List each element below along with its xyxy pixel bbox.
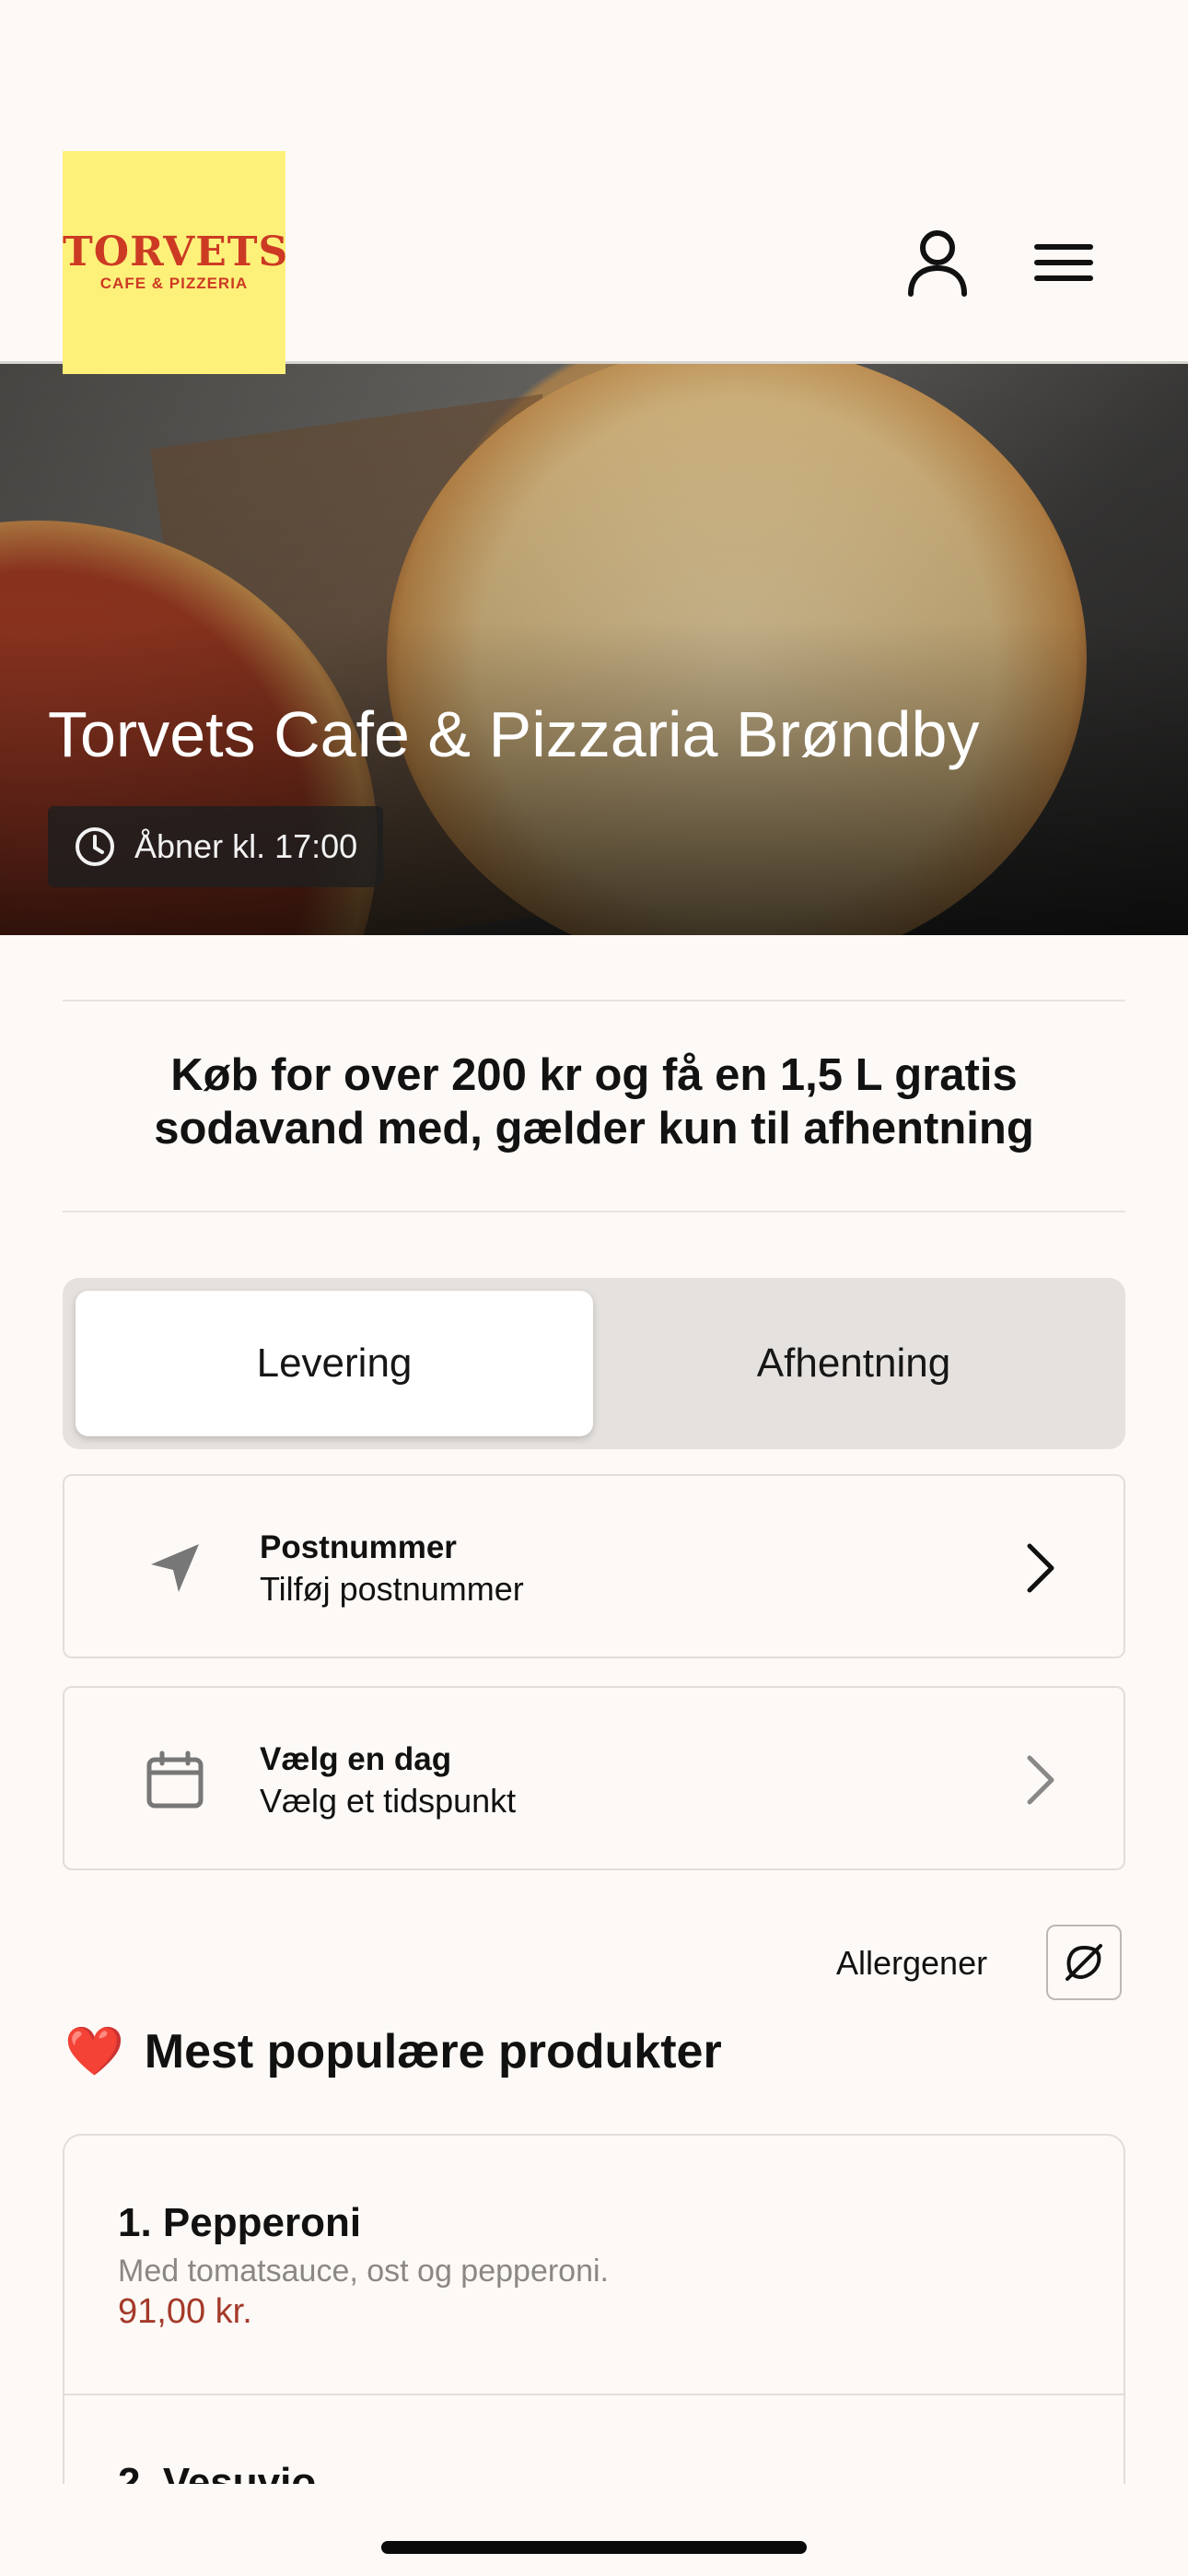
logo[interactable]: TORVETS CAFE & PIZZERIA [63,151,289,374]
postcode-selector[interactable]: Postnummer Tilføj postnummer [63,1474,1125,1658]
product-name: 2. Vesuvio [118,2460,317,2484]
postcode-subtitle: Tilføj postnummer [260,1570,524,1608]
promo-text: Køb for over 200 kr og få en 1,5 L grati… [154,1050,1034,1153]
allergen-filter-icon [1066,1944,1102,1981]
product-description: Med tomatsauce, ost og pepperoni. [118,2254,609,2289]
menu-button[interactable] [1022,221,1105,304]
divider [63,1211,1125,1212]
popular-products-heading: ❤️ Mest populære produkter [64,2023,722,2079]
restaurant-name: Torvets Cafe & Pizzaria Brøndby [48,698,980,770]
calendar-icon [129,1734,221,1826]
location-arrow-icon [129,1522,221,1614]
opening-hours-badge: Åbner kl. 17:00 [48,806,384,887]
clock-icon [76,827,114,866]
product-name: 1. Pepperoni [118,2200,362,2245]
postcode-title: Postnummer [260,1529,457,1565]
opening-hours-text: Åbner kl. 17:00 [134,827,358,865]
product-item[interactable]: 2. Vesuvio [64,2395,1124,2484]
allergen-filter-button[interactable] [1046,1925,1122,2000]
schedule-title: Vælg en dag [260,1741,452,1777]
product-item[interactable]: 1. Pepperoni Med tomatsauce, ost og pepp… [64,2136,1124,2395]
heart-icon: ❤️ [64,2025,124,2078]
tab-pickup[interactable]: Afhentning [595,1291,1112,1436]
popular-products-title: Mest populære produkter [144,2024,722,2078]
product-list: 1. Pepperoni Med tomatsauce, ost og pepp… [63,2134,1125,2484]
product-price: 91,00 kr. [118,2292,252,2331]
schedule-selector[interactable]: Vælg en dag Vælg et tidspunkt [63,1686,1125,1870]
home-indicator [381,2541,807,2554]
user-icon [908,230,967,297]
tab-delivery[interactable]: Levering [76,1291,593,1436]
chevron-right-icon [1013,1743,1068,1817]
logo-sub-text: CAFE & PIZZERIA [99,275,249,292]
order-mode-toggle: Levering Afhentning [63,1278,1125,1449]
divider [63,1000,1125,1001]
account-button[interactable] [896,221,979,304]
chevron-right-icon [1013,1531,1068,1605]
allergens-label: Allergener [836,1944,988,1982]
hero-banner: Torvets Cafe & Pizzaria Brøndby Åbner kl… [0,364,1188,935]
hamburger-menu-icon [1034,244,1093,281]
schedule-subtitle: Vælg et tidspunkt [260,1782,517,1820]
logo-main-text: TORVETS [63,228,289,275]
